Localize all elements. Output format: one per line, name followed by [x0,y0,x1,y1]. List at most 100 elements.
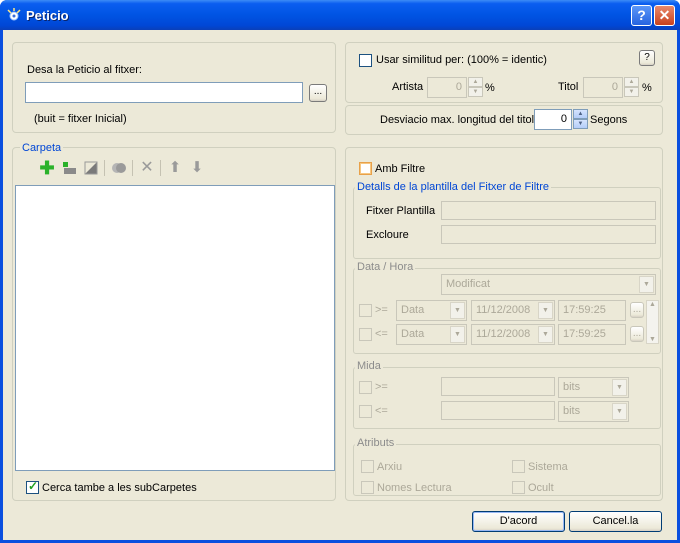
size-max-unit-value: bits [563,405,581,417]
title-bar[interactable]: Peticio ? ✕ [0,0,680,30]
dialog-window: Peticio ? ✕ Desa la Peticio al fitxer: .… [0,0,680,543]
save-browse-button[interactable]: ... [309,84,327,102]
help-button[interactable]: ? [631,5,652,26]
size-max-input[interactable] [441,401,555,420]
window-title: Peticio [26,8,69,23]
date-from-value: 11/12/2008 [476,304,531,316]
add-subfolder-icon[interactable] [60,159,78,177]
attributes-legend: Atributs [355,437,397,449]
size-legend: Mida [355,360,383,372]
date-from-picker[interactable]: 11/12/2008 ▼ [471,300,555,321]
chevron-down-icon[interactable]: ▼ [639,276,654,293]
attr-system-label: Sistema [528,461,568,473]
size-min-checkbox[interactable] [359,381,372,394]
scroll-up-icon[interactable]: ▲ [647,301,658,308]
toolbar-separator [132,160,133,176]
date-from-field-select[interactable]: Data ▼ [396,300,467,321]
chevron-down-icon[interactable]: ▼ [612,379,627,396]
exclude-label: Excloure [366,229,409,241]
subfolders-checkbox[interactable]: ✓ [26,479,39,494]
chevron-down-icon[interactable]: ▼ [450,326,465,343]
chevron-down-icon[interactable]: ▼ [538,326,553,343]
toolbar-separator [160,160,161,176]
filter-label: Amb Filtre [375,163,426,175]
size-min-input[interactable] [441,377,555,396]
filter-checkbox[interactable] [359,162,372,175]
size-max-op: <= [375,405,388,417]
app-icon [7,8,21,21]
attr-readonly-checkbox[interactable] [361,481,374,494]
artist-spinner[interactable]: ▲ ▼ [468,77,483,98]
exclude-input[interactable] [441,225,656,244]
close-button[interactable]: ✕ [654,5,675,26]
save-file-input[interactable] [25,82,303,103]
chevron-down-icon[interactable]: ▼ [538,302,553,319]
size-max-checkbox[interactable] [359,405,372,418]
date-from-checkbox[interactable] [359,304,372,317]
date-from-browse-button[interactable]: ... [630,302,644,318]
attr-archive-label: Arxiu [377,461,403,473]
folder-list[interactable] [15,185,335,471]
deviation-unit: Segons [590,114,628,126]
similarity-help-button[interactable]: ? [639,50,655,66]
title-spinner[interactable]: ▲ ▼ [624,77,639,98]
similarity-panel: Usar similitud per: (100% = identic) ? A… [345,42,663,103]
date-to-field-value: Data [401,328,425,340]
attr-system-checkbox[interactable] [512,460,525,473]
deviation-panel: Desviacio max. longitud del titol 0 ▲ ▼ … [345,105,663,135]
spin-down-icon[interactable]: ▼ [468,87,483,97]
add-folder-icon[interactable]: ✚ [38,159,56,177]
save-hint: (buit = fitxer Inicial) [34,113,127,125]
date-to-picker[interactable]: 11/12/2008 ▼ [471,324,555,345]
deviation-spinner[interactable]: ▲ ▼ [573,109,588,130]
title-label: Titol [558,81,579,93]
time-from-input[interactable]: 17:59:25 [558,300,626,321]
chevron-down-icon[interactable]: ▼ [450,302,465,319]
template-file-input[interactable] [441,201,656,220]
subfolders-label: Cerca tambe a les subCarpetes [42,482,197,494]
attr-hidden-checkbox[interactable] [512,481,525,494]
date-to-field-select[interactable]: Data ▼ [396,324,467,345]
artist-similarity-input[interactable]: 0 [427,77,467,98]
deviation-label: Desviacio max. longitud del titol [380,114,535,126]
spin-down-icon[interactable]: ▼ [573,119,588,129]
cancel-button[interactable]: Cancel.la [569,511,662,532]
size-min-op: >= [375,381,388,393]
time-to-value: 17:59:25 [563,328,606,340]
spin-up-icon[interactable]: ▲ [573,109,588,119]
title-percent: % [642,82,652,94]
chevron-down-icon[interactable]: ▼ [612,403,627,420]
time-to-input[interactable]: 17:59:25 [558,324,626,345]
datetime-scrollbar[interactable]: ▲ ▼ [646,300,659,344]
template-groupbox [353,187,661,259]
artist-label: Artista [392,81,424,93]
title-similarity-input[interactable]: 0 [583,77,623,98]
ok-button[interactable]: D'acord [472,511,565,532]
datetime-mode-select[interactable]: Modificat ▼ [441,274,656,295]
move-up-icon[interactable]: ⬆ [166,159,184,177]
folder-toolbar: ✚ ✕ ⬆ ⬇ [38,159,238,177]
spin-down-icon[interactable]: ▼ [624,87,639,97]
attr-readonly-label: Nomes Lectura [377,482,452,494]
similarity-checkbox[interactable] [359,54,372,67]
similarity-label: Usar similitud per: (100% = identic) [376,54,547,66]
date-to-checkbox[interactable] [359,328,372,341]
copy-folder-icon[interactable] [110,159,128,177]
filter-panel: Amb Filtre Detalls de la plantilla del F… [345,147,663,501]
folder-panel: Carpeta ✚ ✕ ⬆ ⬇ ✓ Cerca tambe a les subC… [12,142,336,501]
artist-percent: % [485,82,495,94]
save-label: Desa la Peticio al fitxer: [27,64,142,76]
spin-up-icon[interactable]: ▲ [468,77,483,87]
date-to-browse-button[interactable]: ... [630,326,644,342]
size-max-unit-select[interactable]: bits ▼ [558,401,629,422]
size-min-unit-select[interactable]: bits ▼ [558,377,629,398]
move-down-icon[interactable]: ⬇ [188,159,206,177]
edit-folder-icon[interactable] [82,159,100,177]
datetime-legend: Data / Hora [355,261,416,273]
scroll-down-icon[interactable]: ▼ [647,336,658,343]
dialog-body: Desa la Peticio al fitxer: ... (buit = f… [3,30,677,540]
deviation-input[interactable]: 0 [534,109,572,130]
spin-up-icon[interactable]: ▲ [624,77,639,87]
attr-archive-checkbox[interactable] [361,460,374,473]
delete-icon[interactable]: ✕ [138,159,156,177]
